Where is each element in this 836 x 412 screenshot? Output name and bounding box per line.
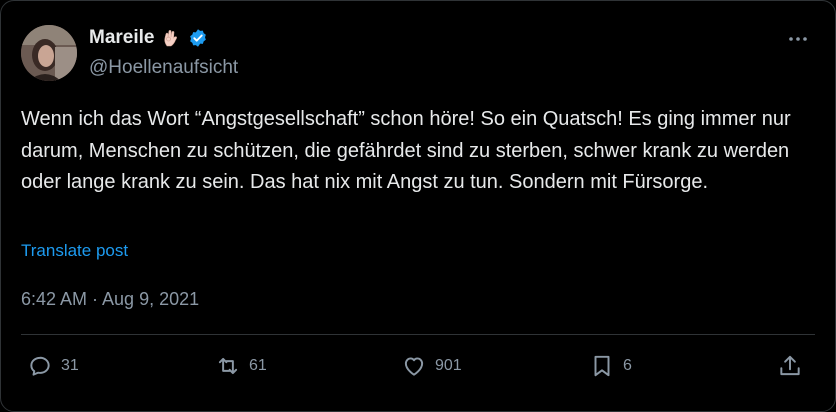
name-row: Mareile: [89, 27, 208, 49]
handle[interactable]: @Hoellenaufsicht: [89, 57, 238, 79]
translate-link[interactable]: Translate post: [21, 241, 128, 261]
post-card: Mareile @Hoellenaufsicht Wenn ich das Wo…: [0, 0, 836, 412]
timestamp[interactable]: 6:42 AM · Aug 9, 2021: [21, 289, 199, 310]
verified-icon[interactable]: [188, 28, 208, 48]
repost-count: 61: [249, 357, 267, 374]
share-icon: [780, 355, 800, 376]
avatar-image: [21, 25, 77, 81]
post-text: Wenn ich das Wort “Angstgesellschaft” sc…: [21, 108, 791, 193]
bookmark-button[interactable]: 6: [589, 353, 632, 379]
reply-count: 31: [61, 357, 79, 374]
reply-icon: [30, 356, 50, 376]
action-bar: 31 61 901 6: [1, 353, 836, 389]
bookmark-count: 6: [623, 357, 632, 374]
repost-button[interactable]: 61: [215, 353, 267, 379]
avatar[interactable]: [21, 25, 77, 81]
divider: [21, 334, 815, 335]
share-button[interactable]: [777, 353, 803, 379]
ok-hand-emoji: [161, 28, 181, 48]
more-icon[interactable]: [787, 31, 809, 41]
display-name[interactable]: Mareile: [89, 27, 154, 49]
like-count: 901: [435, 357, 462, 374]
heart-icon: [404, 357, 424, 376]
repost-icon: [218, 357, 238, 375]
like-button[interactable]: 901: [401, 353, 462, 379]
bookmark-icon: [594, 355, 610, 377]
reply-button[interactable]: 31: [27, 353, 79, 379]
